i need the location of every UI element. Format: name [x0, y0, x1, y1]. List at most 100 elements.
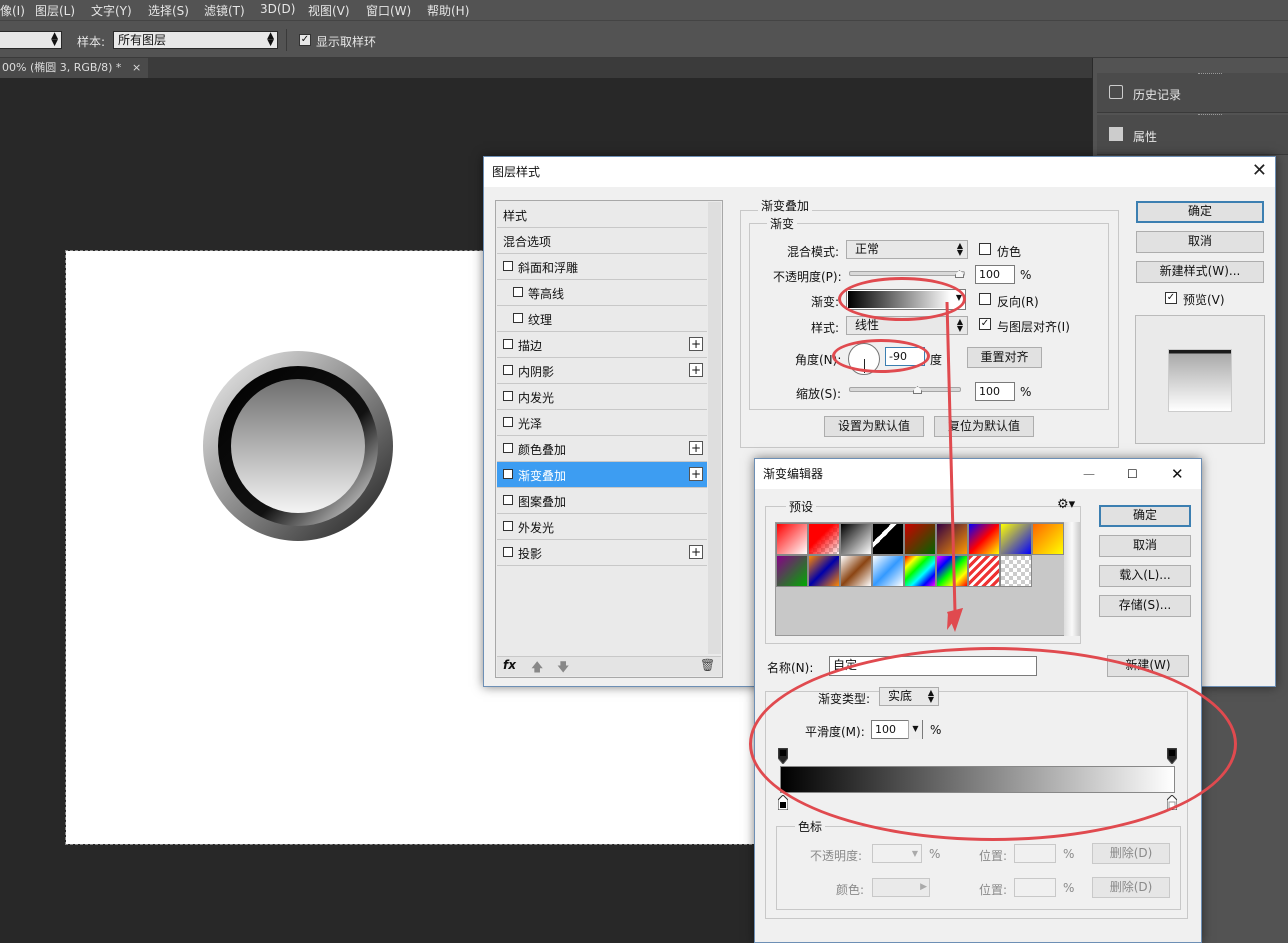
- gradient-preset-swatch[interactable]: [840, 555, 872, 587]
- style-list-item[interactable]: 内阴影 +: [497, 358, 707, 384]
- save-button[interactable]: 存储(S)...: [1099, 595, 1191, 617]
- add-effect-icon[interactable]: +: [689, 441, 703, 455]
- menu-3d[interactable]: 3D(D): [260, 2, 295, 16]
- style-list-item[interactable]: 等高线: [497, 280, 707, 306]
- add-effect-icon[interactable]: +: [689, 467, 703, 481]
- add-effect-icon[interactable]: +: [689, 363, 703, 377]
- style-item-label: 颜色叠加: [518, 443, 567, 457]
- maximize-icon[interactable]: ☐: [1127, 459, 1138, 489]
- style-item-checkbox[interactable]: [503, 417, 513, 427]
- move-down-icon[interactable]: 🡇: [557, 658, 569, 679]
- cancel-button[interactable]: 取消: [1136, 231, 1264, 253]
- close-icon[interactable]: ✕: [1171, 459, 1184, 489]
- align-layer-checkbox[interactable]: ✓: [979, 318, 991, 330]
- gradient-preset-swatch[interactable]: [968, 523, 1000, 555]
- stop-position-input-2[interactable]: [1014, 878, 1056, 897]
- style-list-item[interactable]: 光泽: [497, 410, 707, 436]
- dither-checkbox[interactable]: [979, 243, 991, 255]
- make-default-button[interactable]: 设置为默认值: [824, 416, 924, 437]
- load-button[interactable]: 载入(L)...: [1099, 565, 1191, 587]
- menu-filter[interactable]: 滤镜(T): [204, 2, 245, 19]
- color-stop-left[interactable]: [777, 794, 789, 811]
- delete-color-stop-button[interactable]: 删除(D): [1092, 877, 1170, 898]
- gradient-preset-swatch[interactable]: [872, 523, 904, 555]
- style-list-item[interactable]: 描边 +: [497, 332, 707, 358]
- menu-select[interactable]: 选择(S): [148, 2, 189, 19]
- close-icon[interactable]: ✕: [1252, 157, 1267, 185]
- style-item-checkbox[interactable]: [513, 313, 523, 323]
- style-list-item[interactable]: 斜面和浮雕: [497, 254, 707, 280]
- menu-view[interactable]: 视图(V): [308, 2, 350, 19]
- style-list-item[interactable]: 外发光: [497, 514, 707, 540]
- document-tab[interactable]: 00% (椭圆 3, RGB/8) * ×: [0, 58, 148, 78]
- gradient-preset-swatch[interactable]: [808, 523, 840, 555]
- style-item-checkbox[interactable]: [503, 391, 513, 401]
- menu-layer[interactable]: 图层(L): [35, 2, 75, 19]
- style-list-item[interactable]: 样式: [497, 202, 707, 228]
- menu-help[interactable]: 帮助(H): [427, 2, 469, 19]
- scale-input[interactable]: 100: [975, 382, 1015, 401]
- panel-grip[interactable]: [1198, 114, 1222, 116]
- presets-gear-icon[interactable]: ⚙▾: [1057, 497, 1075, 512]
- gradient-preset-swatch[interactable]: [808, 555, 840, 587]
- style-list-item[interactable]: 颜色叠加 +: [497, 436, 707, 462]
- gradient-preset-swatch[interactable]: [968, 555, 1000, 587]
- style-item-checkbox[interactable]: [503, 521, 513, 531]
- style-list-item[interactable]: 内发光: [497, 384, 707, 410]
- blend-mode-select[interactable]: 正常 ▲ ▼: [846, 240, 968, 259]
- stop-opacity-input[interactable]: ▼: [872, 844, 922, 863]
- delete-opacity-stop-button[interactable]: 删除(D): [1092, 843, 1170, 864]
- tab-close-icon[interactable]: ×: [132, 58, 141, 78]
- reset-align-button[interactable]: 重置对齐: [967, 347, 1042, 368]
- show-ring-checkbox[interactable]: ✓: [299, 34, 311, 46]
- menu-image[interactable]: 像(I): [0, 2, 25, 19]
- gradient-preset-swatch[interactable]: [1000, 555, 1032, 587]
- style-item-checkbox[interactable]: [503, 443, 513, 453]
- minimize-icon[interactable]: —: [1083, 459, 1095, 489]
- add-effect-icon[interactable]: +: [689, 545, 703, 559]
- style-list-item[interactable]: ✓ 渐变叠加 +: [497, 462, 707, 488]
- add-effect-icon[interactable]: +: [689, 337, 703, 351]
- style-item-checkbox[interactable]: ✓: [503, 469, 513, 479]
- fx-icon[interactable]: fx: [503, 658, 516, 672]
- reverse-checkbox[interactable]: [979, 293, 991, 305]
- gradient-preset-swatch[interactable]: [1032, 523, 1064, 555]
- style-list-scrollbar[interactable]: [708, 202, 721, 654]
- history-panel-tab[interactable]: 历史记录: [1097, 73, 1288, 113]
- move-up-icon[interactable]: 🡅: [531, 658, 543, 679]
- style-list-item[interactable]: 混合选项: [497, 228, 707, 254]
- trash-icon[interactable]: 🗑: [700, 658, 715, 672]
- gradient-editor-titlebar[interactable]: 渐变编辑器 — ☐ ✕: [755, 459, 1201, 489]
- ok-button[interactable]: 确定: [1136, 201, 1264, 223]
- panel-grip[interactable]: [1198, 73, 1222, 75]
- menu-window[interactable]: 窗口(W): [366, 2, 411, 19]
- style-list-item[interactable]: 图案叠加: [497, 488, 707, 514]
- stop-color-picker[interactable]: ▶: [872, 878, 930, 897]
- preview-checkbox[interactable]: ✓: [1165, 292, 1177, 304]
- style-item-checkbox[interactable]: [503, 495, 513, 505]
- gradient-preset-swatch[interactable]: [776, 523, 808, 555]
- style-item-checkbox[interactable]: [503, 365, 513, 375]
- gradient-preset-swatch[interactable]: [776, 555, 808, 587]
- stop-position-input[interactable]: [1014, 844, 1056, 863]
- presets-scrollbar[interactable]: [1064, 522, 1080, 636]
- menu-type[interactable]: 文字(Y): [91, 2, 132, 19]
- gradient-cancel-button[interactable]: 取消: [1099, 535, 1191, 557]
- style-item-checkbox[interactable]: [503, 547, 513, 557]
- style-list-item[interactable]: 纹理: [497, 306, 707, 332]
- style-list-item[interactable]: 投影 +: [497, 540, 707, 566]
- style-item-checkbox[interactable]: [503, 261, 513, 271]
- opacity-slider[interactable]: [849, 271, 965, 276]
- gradient-preset-swatch[interactable]: [840, 523, 872, 555]
- gradient-preset-swatch[interactable]: [1000, 523, 1032, 555]
- opacity-input[interactable]: 100: [975, 265, 1015, 284]
- new-style-button[interactable]: 新建样式(W)...: [1136, 261, 1264, 283]
- sample-select[interactable]: 所有图层 ▲ ▼: [113, 31, 278, 49]
- properties-panel-tab[interactable]: 属性: [1097, 115, 1288, 155]
- sample-size-select[interactable]: ▲ ▼: [0, 31, 62, 49]
- gradient-ok-button[interactable]: 确定: [1099, 505, 1191, 527]
- style-item-checkbox[interactable]: [513, 287, 523, 297]
- layer-style-titlebar[interactable]: 图层样式 ✕: [484, 157, 1275, 187]
- gradient-preset-swatch[interactable]: [872, 555, 904, 587]
- style-item-checkbox[interactable]: [503, 339, 513, 349]
